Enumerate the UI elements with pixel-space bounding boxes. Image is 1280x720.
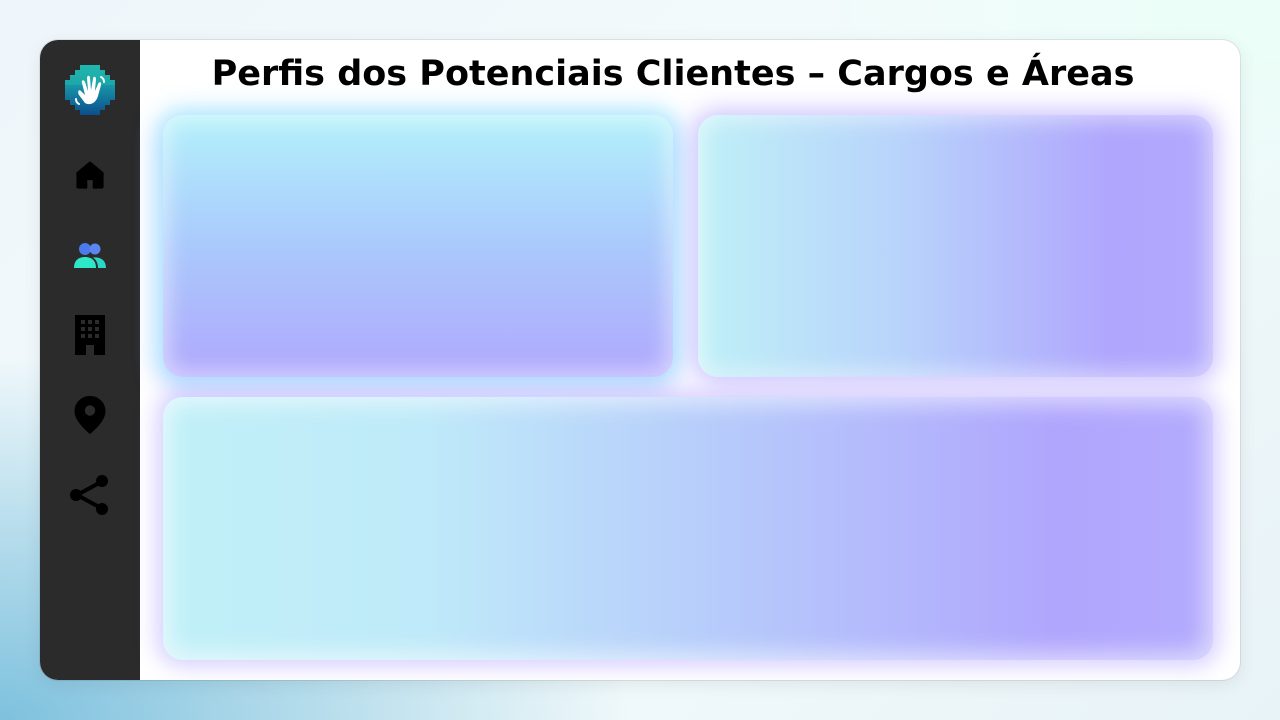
sidebar-item-locations[interactable]	[65, 390, 115, 440]
app-window: Perfis dos Potenciais Clientes – Cargos …	[40, 40, 1240, 680]
location-pin-icon	[74, 396, 106, 434]
page-title: Perfis dos Potenciais Clientes – Cargos …	[211, 54, 1135, 94]
logo[interactable]	[65, 65, 115, 115]
sidebar-item-companies[interactable]	[65, 310, 115, 360]
card-top-left	[163, 115, 673, 377]
sidebar	[40, 40, 140, 680]
card-bottom	[163, 397, 1213, 660]
home-icon	[76, 161, 104, 189]
sidebar-item-users[interactable]	[65, 230, 115, 280]
waving-hand-icon	[65, 65, 115, 115]
card-top-right	[698, 115, 1213, 377]
sidebar-item-home[interactable]	[65, 150, 115, 200]
users-icon	[74, 243, 106, 268]
building-icon	[75, 315, 105, 355]
main-content: Perfis dos Potenciais Clientes – Cargos …	[140, 40, 1240, 680]
sidebar-item-share[interactable]	[65, 470, 115, 520]
share-icon	[70, 475, 108, 515]
